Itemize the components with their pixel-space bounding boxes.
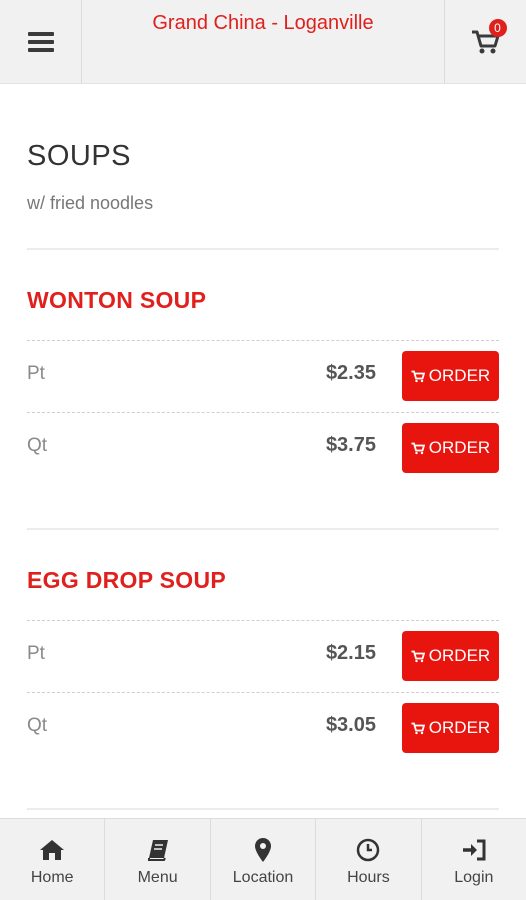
nav-label: Home [30,869,74,886]
home-icon [40,840,65,860]
order-button[interactable]: ORDER [402,703,499,753]
order-label: ORDER [428,438,491,457]
order-button[interactable]: ORDER [402,631,499,681]
size-row: Qt $3.75 ORDER [27,412,499,484]
bottom-nav: Home Menu Location Hours Login [0,818,526,900]
size-price: $3.05 [325,714,376,736]
category-description: w/ fried noodles [27,193,154,213]
size-label: Pt [27,643,45,664]
cart-button[interactable]: 0 [444,0,526,84]
nav-label: Location [232,869,294,886]
divider [27,528,499,530]
nav-label: Login [454,869,494,886]
category-title: SOUPS [27,140,132,172]
menu-item: WONTON SOUP Pt $2.35 ORDER Qt $3.75 ORDE… [27,287,499,530]
size-label: Qt [27,435,48,456]
size-label: Pt [27,363,45,384]
nav-location[interactable]: Location [211,819,317,900]
order-label: ORDER [428,718,491,737]
divider [27,808,499,810]
nav-label: Hours [347,869,390,886]
item-name: EGG DROP SOUP [27,567,227,593]
book-icon [147,840,168,861]
cart-count-badge: 0 [488,19,507,37]
nav-label: Menu [137,869,178,886]
size-row: Pt $2.15 ORDER [27,620,499,692]
order-button[interactable]: ORDER [402,423,499,473]
order-label: ORDER [428,646,491,665]
nav-menu[interactable]: Menu [105,819,211,900]
size-price: $2.35 [325,362,376,384]
nav-login[interactable]: Login [422,819,526,900]
app-title: Grand China - Loganville [152,12,374,34]
divider [27,248,499,250]
order-button[interactable]: ORDER [402,351,499,401]
hamburger-icon [27,32,54,52]
cart-icon [411,650,425,662]
sign-in-icon [462,839,486,861]
cart-icon [411,442,425,454]
size-label: Qt [27,715,48,736]
size-price: $3.75 [325,434,376,456]
top-bar: Grand China - Loganville 0 [0,0,526,84]
menu-content: SOUPS w/ fried noodles WONTON SOUP Pt $2… [27,84,499,810]
size-row: Qt $3.05 ORDER [27,692,499,764]
clock-icon [357,838,380,862]
item-name: WONTON SOUP [27,287,207,313]
nav-hours[interactable]: Hours [316,819,422,900]
size-row: Pt $2.35 ORDER [27,340,499,412]
order-label: ORDER [428,366,491,385]
menu-button[interactable] [0,0,82,84]
menu-item: EGG DROP SOUP Pt $2.15 ORDER Qt $3.05 OR… [27,567,499,810]
cart-icon [411,722,425,734]
map-pin-icon [255,838,272,862]
nav-home[interactable]: Home [0,819,106,900]
cart-icon [411,370,425,382]
size-price: $2.15 [325,642,376,664]
